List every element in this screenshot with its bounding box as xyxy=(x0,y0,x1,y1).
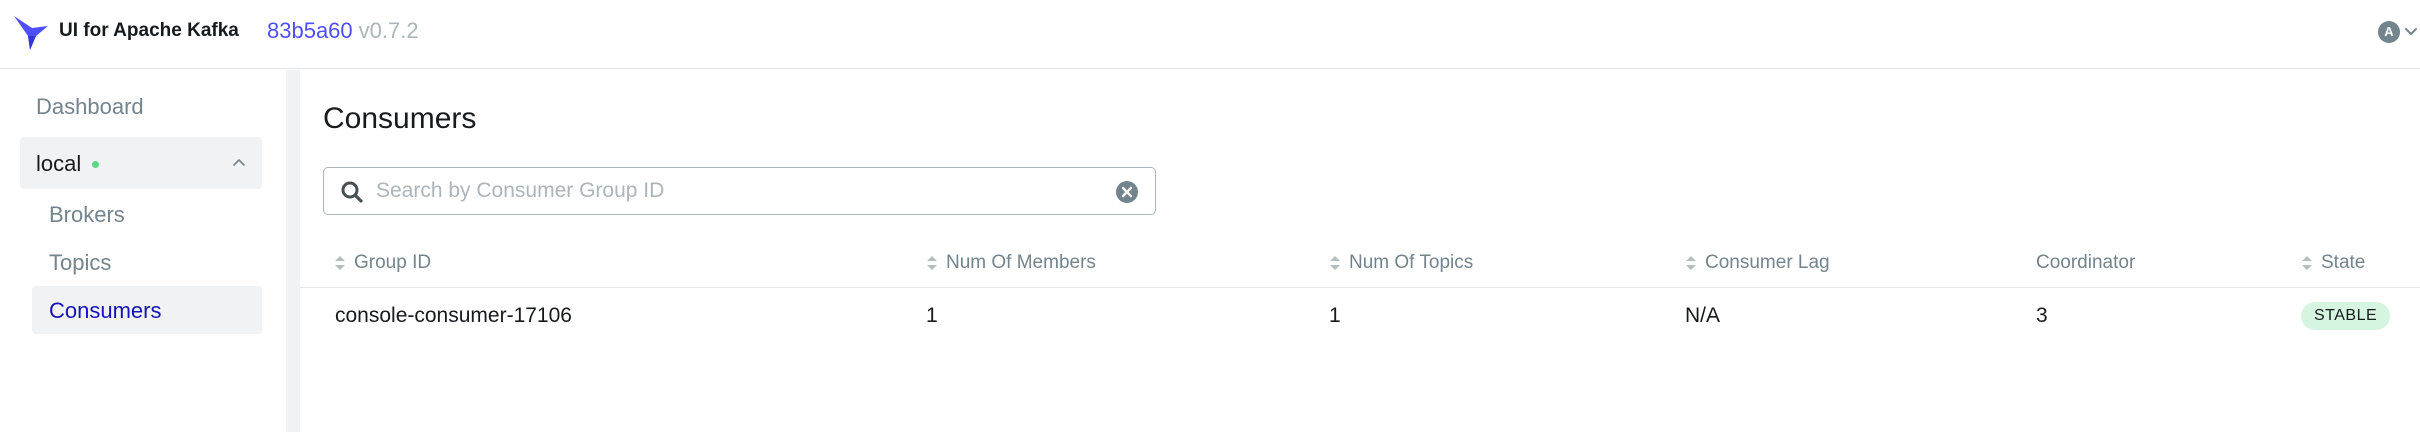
search-box[interactable] xyxy=(323,167,1156,215)
clear-search-icon[interactable] xyxy=(1115,180,1139,204)
column-header-state[interactable]: State xyxy=(2301,252,2365,274)
app-title[interactable]: UI for Apache Kafka xyxy=(59,20,239,42)
column-label: Num Of Members xyxy=(946,252,1096,273)
column-label: Num Of Topics xyxy=(1349,252,1474,273)
sort-icon[interactable] xyxy=(334,255,346,271)
sidebar-cluster-local[interactable]: local xyxy=(20,137,262,189)
sort-icon[interactable] xyxy=(1329,255,1341,271)
sidebar-divider xyxy=(286,70,300,432)
user-avatar-icon[interactable]: A xyxy=(2378,21,2400,43)
cluster-online-status-icon xyxy=(92,161,99,168)
consumers-table: Group ID Num Of Members Num Of Topics Co… xyxy=(300,240,2420,348)
sort-icon[interactable] xyxy=(2301,255,2313,271)
consumer-lag-cell: N/A xyxy=(1685,304,1721,327)
column-header-group-id[interactable]: Group ID xyxy=(334,252,431,274)
column-label: Group ID xyxy=(354,252,432,273)
page-title: Consumers xyxy=(323,102,477,135)
sidebar-item-label: Consumers xyxy=(49,298,162,323)
coordinator-cell: 3 xyxy=(2036,304,2048,327)
top-bar: UI for Apache Kafka 83b5a60 v0.7.2 A xyxy=(0,0,2420,69)
kafka-ui-logo-icon[interactable] xyxy=(12,12,52,52)
sidebar-item-dashboard[interactable]: Dashboard xyxy=(36,94,144,120)
chevron-down-icon[interactable] xyxy=(2402,22,2420,40)
search-icon xyxy=(341,181,363,203)
column-header-coordinator: Coordinator xyxy=(2036,252,2135,274)
sort-icon[interactable] xyxy=(1685,255,1697,271)
version-label: v0.7.2 xyxy=(358,18,419,43)
column-header-consumer-lag[interactable]: Consumer Lag xyxy=(1685,252,1830,274)
column-header-num-of-members[interactable]: Num Of Members xyxy=(926,252,1096,274)
column-header-num-of-topics[interactable]: Num Of Topics xyxy=(1329,252,1473,274)
sort-icon[interactable] xyxy=(926,255,938,271)
chevron-up-icon[interactable] xyxy=(230,154,248,172)
sidebar-item-label: Brokers xyxy=(49,202,125,227)
column-label: Consumer Lag xyxy=(1705,252,1830,273)
sidebar-item-brokers[interactable]: Brokers xyxy=(32,190,262,238)
num-of-members-cell: 1 xyxy=(926,304,938,327)
version-info: 83b5a60 v0.7.2 xyxy=(267,18,419,44)
sidebar-item-consumers[interactable]: Consumers xyxy=(32,286,262,334)
sidebar-item-label: Topics xyxy=(49,250,112,275)
search-input[interactable] xyxy=(376,174,1076,208)
group-id-link[interactable]: console-consumer-17106 xyxy=(335,304,572,328)
column-label: Coordinator xyxy=(2036,252,2136,273)
column-label: State xyxy=(2321,252,2366,273)
table-row[interactable]: console-consumer-17106 1 1 N/A 3 STABLE xyxy=(300,288,2420,348)
table-header: Group ID Num Of Members Num Of Topics Co… xyxy=(300,240,2420,288)
user-menu[interactable]: A xyxy=(2368,18,2420,48)
cluster-name: local xyxy=(36,151,82,176)
version-hash-link[interactable]: 83b5a60 xyxy=(267,18,353,43)
status-badge: STABLE xyxy=(2301,302,2391,330)
num-of-topics-cell: 1 xyxy=(1329,304,1341,327)
sidebar-item-topics[interactable]: Topics xyxy=(32,238,262,286)
